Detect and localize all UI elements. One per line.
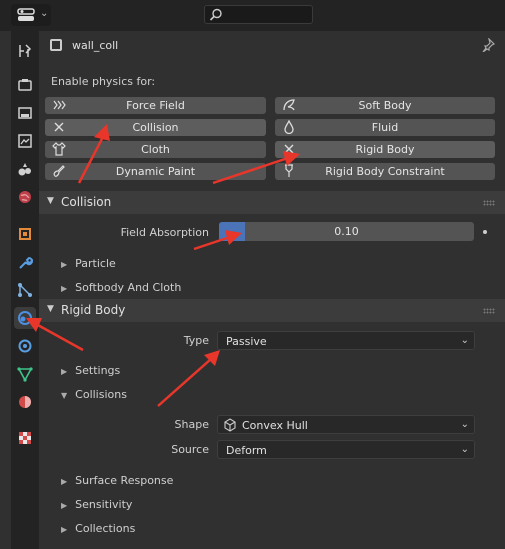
pin-icon[interactable] bbox=[481, 38, 495, 52]
dynamic-paint-label: Dynamic Paint bbox=[115, 165, 196, 178]
chevron-down-icon: ⌄ bbox=[460, 419, 469, 430]
rigid-body-constraint-button[interactable]: Rigid Body Constraint bbox=[275, 163, 495, 180]
shape-value: Convex Hull bbox=[242, 419, 308, 432]
rigid-body-button[interactable]: Rigid Body bbox=[275, 141, 495, 158]
tool-tab-icon[interactable] bbox=[14, 40, 36, 62]
convex-hull-icon bbox=[224, 418, 236, 432]
animate-property-icon[interactable] bbox=[483, 230, 487, 234]
collision-button[interactable]: Collision bbox=[45, 119, 266, 136]
collision-section-title: Collision bbox=[61, 195, 112, 209]
object-name: wall_coll bbox=[72, 39, 119, 52]
surface-response-label: Surface Response bbox=[75, 474, 174, 487]
settings-subpanel-label: Settings bbox=[75, 364, 121, 377]
collisions-subpanel-label: Collisions bbox=[75, 388, 127, 401]
search-input[interactable] bbox=[204, 5, 313, 24]
scene-tab-icon[interactable] bbox=[14, 158, 36, 180]
rigid-body-section-header[interactable]: ▼ Rigid Body bbox=[39, 299, 505, 322]
physics-tab-icon[interactable] bbox=[14, 307, 36, 329]
collapsed-triangle-icon: ▶ bbox=[61, 477, 68, 486]
drag-grip-icon[interactable] bbox=[483, 200, 495, 206]
render-tab-icon[interactable] bbox=[14, 74, 36, 96]
settings-subpanel[interactable]: ▶ Settings bbox=[61, 364, 120, 382]
constraints-tab-icon[interactable] bbox=[14, 335, 36, 357]
field-absorption-value: 0.10 bbox=[334, 225, 359, 238]
rigid-body-label: Rigid Body bbox=[355, 143, 415, 156]
collapsed-triangle-icon: ▶ bbox=[61, 525, 68, 534]
chevron-down-icon: ⌄ bbox=[40, 8, 49, 19]
collision-label: Collision bbox=[132, 121, 179, 134]
fluid-button[interactable]: Fluid bbox=[275, 119, 495, 136]
particle-subpanel-label: Particle bbox=[75, 257, 116, 270]
source-dropdown[interactable]: Deform ⌄ bbox=[217, 440, 475, 459]
force-field-button[interactable]: Force Field bbox=[45, 97, 266, 114]
physics-properties-panel: wall_coll Enable physics for: Force Fiel… bbox=[39, 31, 505, 549]
data-tab-icon[interactable] bbox=[14, 363, 36, 385]
field-absorption-label: Field Absorption bbox=[120, 226, 209, 239]
collapsed-triangle-icon: ▶ bbox=[61, 284, 68, 293]
enable-physics-label: Enable physics for: bbox=[51, 75, 156, 88]
softbody-cloth-subpanel-label: Softbody And Cloth bbox=[75, 281, 182, 294]
fluid-icon bbox=[281, 120, 297, 134]
type-label: Type bbox=[183, 334, 209, 347]
soft-body-button[interactable]: Soft Body bbox=[275, 97, 495, 114]
force-field-label: Force Field bbox=[126, 99, 185, 112]
collections-label: Collections bbox=[75, 522, 136, 535]
cloth-icon bbox=[51, 142, 67, 156]
source-label: Source bbox=[171, 443, 209, 456]
expanded-triangle-icon: ▼ bbox=[47, 304, 54, 314]
shape-label: Shape bbox=[174, 418, 209, 431]
rigid-body-constraint-label: Rigid Body Constraint bbox=[325, 165, 445, 178]
cloth-button[interactable]: Cloth bbox=[45, 141, 266, 158]
output-tab-icon[interactable] bbox=[14, 102, 36, 124]
object-icon bbox=[50, 39, 62, 51]
close-icon bbox=[51, 120, 67, 134]
softbody-cloth-subpanel[interactable]: ▶ Softbody And Cloth bbox=[61, 281, 181, 299]
collision-section-header[interactable]: ▼ Collision bbox=[39, 191, 505, 214]
object-header: wall_coll bbox=[39, 31, 505, 65]
dynamic-paint-icon bbox=[51, 164, 67, 178]
collapsed-triangle-icon: ▶ bbox=[61, 367, 68, 376]
modifiers-tab-icon[interactable] bbox=[14, 252, 36, 274]
particle-subpanel[interactable]: ▶ Particle bbox=[61, 257, 116, 275]
cloth-label: Cloth bbox=[141, 143, 170, 156]
expanded-triangle-icon: ▼ bbox=[47, 196, 54, 206]
surface-response-subpanel[interactable]: ▶ Surface Response bbox=[61, 474, 173, 492]
type-value: Passive bbox=[226, 335, 267, 348]
rigid-body-section-title: Rigid Body bbox=[61, 303, 126, 317]
search-icon bbox=[209, 8, 222, 21]
particles-tab-icon[interactable] bbox=[14, 279, 36, 301]
sensitivity-subpanel[interactable]: ▶ Sensitivity bbox=[61, 498, 132, 516]
force-field-icon bbox=[51, 98, 67, 112]
texture-tab-icon[interactable] bbox=[14, 427, 36, 449]
material-tab-icon[interactable] bbox=[14, 391, 36, 413]
type-dropdown[interactable]: Passive ⌄ bbox=[217, 331, 475, 350]
chevron-down-icon: ⌄ bbox=[460, 335, 469, 346]
close-icon bbox=[281, 142, 297, 156]
editor-type-menu[interactable]: ⌄ bbox=[11, 4, 51, 26]
collapsed-triangle-icon: ▶ bbox=[61, 260, 68, 269]
soft-body-icon bbox=[281, 98, 297, 112]
soft-body-label: Soft Body bbox=[358, 99, 412, 112]
collapsed-triangle-icon: ▶ bbox=[61, 501, 68, 510]
fluid-label: Fluid bbox=[371, 121, 399, 134]
source-value: Deform bbox=[226, 444, 267, 457]
world-tab-icon[interactable] bbox=[14, 186, 36, 208]
header-bar: ⌄ bbox=[0, 0, 505, 31]
expanded-triangle-icon: ▼ bbox=[61, 391, 68, 400]
collections-subpanel[interactable]: ▶ Collections bbox=[61, 522, 135, 540]
properties-editor-icon bbox=[17, 8, 35, 21]
shape-dropdown[interactable]: Convex Hull ⌄ bbox=[217, 415, 475, 434]
dynamic-paint-button[interactable]: Dynamic Paint bbox=[45, 163, 266, 180]
chevron-down-icon: ⌄ bbox=[460, 444, 469, 455]
properties-tab-bar bbox=[11, 31, 39, 549]
field-absorption-slider[interactable]: 0.10 bbox=[219, 222, 474, 241]
collisions-subpanel[interactable]: ▼ Collisions bbox=[61, 388, 127, 406]
constraint-icon bbox=[281, 164, 297, 178]
object-tab-icon[interactable] bbox=[14, 223, 36, 245]
view-layer-tab-icon[interactable] bbox=[14, 130, 36, 152]
drag-grip-icon[interactable] bbox=[483, 308, 495, 314]
sensitivity-label: Sensitivity bbox=[75, 498, 133, 511]
